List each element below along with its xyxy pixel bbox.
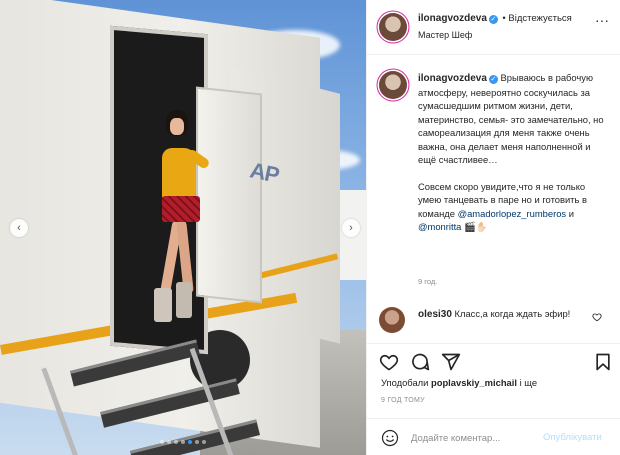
comment-text: Класс,а когда ждать эфир! [454, 308, 571, 319]
caption-username[interactable]: ilonagvozdeva [418, 73, 487, 84]
chevron-left-icon[interactable]: ‹ [10, 219, 28, 237]
caption-paragraph-1: Врываюсь в рабочую атмосферу, невероятно… [418, 72, 604, 165]
author-username[interactable]: ilonagvozdeva [418, 13, 487, 24]
heart-icon[interactable] [379, 352, 399, 372]
post-comment-button[interactable]: Опублікувати [543, 432, 602, 443]
likes-line: Уподобали poplavskiy_michail і ще [381, 377, 537, 388]
carousel-indicator [0, 440, 366, 444]
carousel-dot [202, 440, 206, 444]
comments-section: ilonagvozdeva ✓ Врываюсь в рабочую атмосф… [367, 56, 620, 343]
emoji-icon[interactable] [381, 429, 399, 447]
author-line: ilonagvozdeva ✓ • Відстежується [418, 13, 572, 24]
mention-link[interactable]: @monritta [418, 221, 461, 232]
verified-icon: ✓ [488, 75, 498, 84]
comment-icon[interactable] [410, 352, 430, 372]
carousel-dot [181, 440, 185, 444]
caption-age: 9 год. [418, 277, 438, 286]
follow-label: Відстежується [508, 13, 572, 24]
share-icon[interactable] [441, 352, 461, 372]
metal-stairs [41, 335, 261, 455]
carousel-dot [174, 440, 178, 444]
post-timestamp[interactable]: 9 ГОД ТОМУ [381, 397, 425, 404]
trailer-logo: AP [247, 157, 281, 188]
likes-prefix: Уподобали [381, 377, 429, 388]
add-comment-bar: Опублікувати [367, 418, 620, 455]
heart-icon[interactable] [592, 312, 602, 322]
caption-conjunction: и [566, 207, 574, 219]
bookmark-icon[interactable] [593, 352, 613, 372]
verified-icon: ✓ [488, 15, 498, 24]
carousel-dot [160, 440, 164, 444]
commenter-username[interactable]: olesi30 [418, 309, 452, 320]
caption-emoji: 🎬✋🏻 [461, 221, 488, 232]
caption-author-avatar[interactable] [379, 71, 407, 99]
follow-status[interactable]: • Відстежується [502, 13, 571, 24]
likes-suffix[interactable]: і ще [520, 377, 538, 388]
carousel-dot [195, 440, 199, 444]
author-subtitle[interactable]: Мастер Шеф [418, 30, 472, 40]
author-avatar[interactable] [379, 13, 407, 41]
liker-username[interactable]: poplavskiy_michail [431, 377, 517, 388]
carousel-dot [188, 440, 192, 444]
mention-link[interactable]: @amadorlopez_rumberos [458, 208, 567, 219]
carousel-dot [167, 440, 171, 444]
woman-figure [140, 110, 211, 325]
commenter-avatar[interactable] [379, 307, 405, 333]
post-caption: ilonagvozdeva ✓ Врываюсь в рабочую атмосф… [418, 71, 610, 247]
instagram-post: AP ‹ › ilonagvozdeva ✓ • Відстежується М… [0, 0, 620, 455]
comment-input[interactable] [411, 428, 541, 448]
post-photo[interactable]: AP ‹ › [0, 0, 366, 455]
more-icon[interactable]: ··· [595, 12, 609, 28]
post-details-panel: ilonagvozdeva ✓ • Відстежується Мастер Ше… [366, 0, 620, 455]
chevron-right-icon[interactable]: › [342, 219, 360, 237]
comment: olesi30 Класс,а когда ждать эфир! [418, 307, 588, 321]
action-bar [367, 343, 620, 373]
post-header: ilonagvozdeva ✓ • Відстежується Мастер Ше… [367, 0, 620, 55]
